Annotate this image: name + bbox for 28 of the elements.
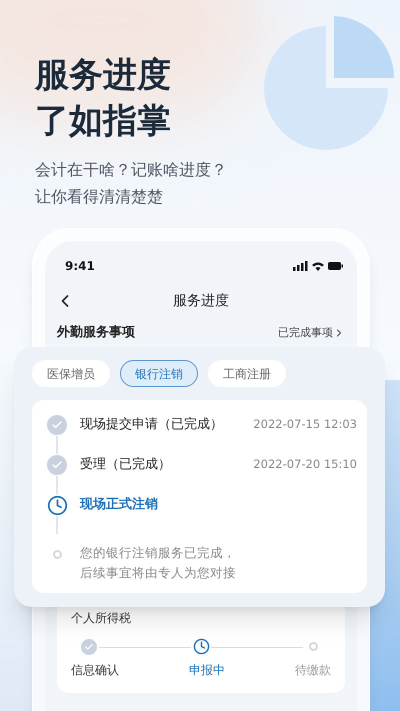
completed-items-link[interactable]: 已完成事项 xyxy=(278,324,345,341)
nav-title: 服务进度 xyxy=(173,292,229,310)
check-icon xyxy=(47,415,67,435)
timeline-step: 现场提交申请（已完成） xyxy=(80,415,223,435)
section-title: 外勤服务事项 xyxy=(57,324,135,342)
clock-icon xyxy=(192,638,210,655)
status-time: 9:41 xyxy=(65,258,95,275)
timestamp: 2022-07-20 15:10 xyxy=(253,456,357,474)
check-icon xyxy=(81,638,97,654)
subtitle: 让你看得清清楚楚 xyxy=(35,186,163,208)
headline: 了如指掌 xyxy=(35,100,171,143)
check-icon xyxy=(47,455,67,475)
tab[interactable]: 工商注册 xyxy=(208,360,286,387)
timestamp: 2022-07-15 12:03 xyxy=(253,416,357,434)
step-label: 申报中 xyxy=(189,662,225,678)
tax-card-title: 个人所得税 xyxy=(71,610,131,626)
timeline-step: 现场正式注销 xyxy=(80,495,158,515)
step-label: 信息确认 xyxy=(71,662,119,678)
step-label: 待缴款 xyxy=(295,662,331,678)
subtitle: 会计在干啥？记账啥进度？ xyxy=(35,159,227,181)
status-icons xyxy=(293,261,343,271)
headline: 服务进度 xyxy=(35,54,171,97)
note-text: 您的银行注销服务已完成， xyxy=(80,544,236,562)
timeline-step: 受理（已完成） xyxy=(80,455,171,475)
note-text: 后续事宜将由专人为您对接 xyxy=(80,564,236,582)
tab[interactable]: 银行注销 xyxy=(120,360,198,387)
tab[interactable]: 医保增员 xyxy=(32,360,110,387)
clock-icon xyxy=(46,494,68,516)
